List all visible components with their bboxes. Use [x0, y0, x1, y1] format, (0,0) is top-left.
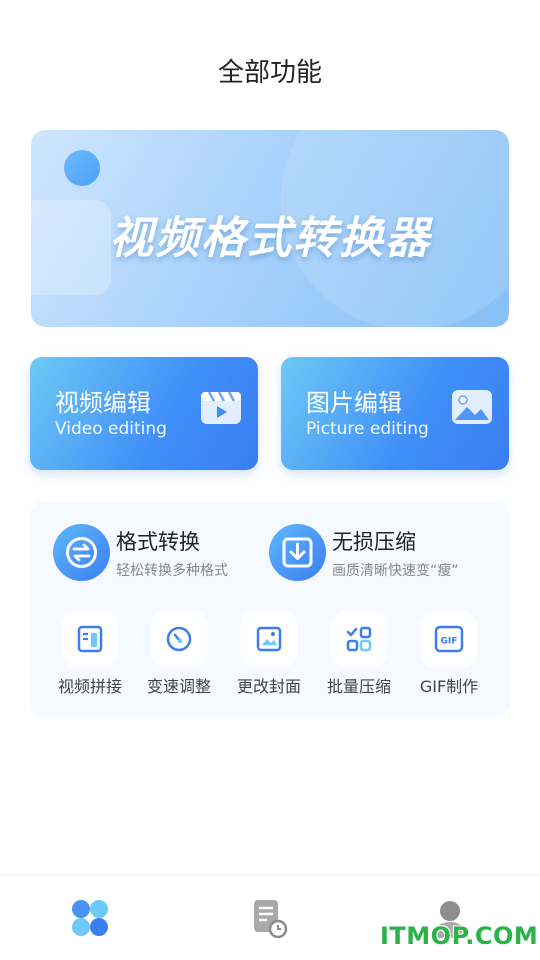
cover-image-icon	[256, 626, 282, 652]
tool-speed-adjust-label: 变速调整	[146, 677, 211, 696]
tool-video-splice[interactable]: 视频拼接	[45, 611, 135, 697]
format-convert-title: 格式转换	[116, 530, 200, 554]
video-editing-subtitle: Video editing	[55, 419, 167, 439]
video-editing-card[interactable]: 视频编辑 Video editing	[30, 357, 258, 470]
convert-icon	[53, 524, 110, 581]
tool-icon-box	[62, 611, 118, 667]
lossless-compress-title: 无损压缩	[332, 530, 416, 554]
tool-video-splice-label: 视频拼接	[57, 677, 122, 696]
tool-icon-box: GIF	[421, 611, 477, 667]
tool-batch-compress-label: 批量压缩	[326, 677, 391, 696]
tool-batch-compress[interactable]: 批量压缩	[314, 611, 404, 697]
video-editing-title: 视频编辑	[55, 389, 151, 417]
format-convert-subtitle: 轻松转换多种格式	[116, 563, 228, 579]
tool-speed-adjust[interactable]: 变速调整	[134, 611, 224, 697]
tool-gif-maker-label: GIF制作	[419, 677, 479, 696]
image-icon	[452, 390, 492, 424]
tool-gif-maker[interactable]: GIF GIF制作	[404, 611, 494, 697]
watermark-text: ITMOP.COM	[380, 922, 539, 950]
page-title: 全部功能	[217, 58, 322, 88]
compress-download-icon	[269, 524, 326, 581]
picture-editing-title: 图片编辑	[306, 389, 402, 417]
gif-icon-badge: GIF	[441, 637, 458, 647]
video-splice-icon	[77, 625, 103, 653]
document-history-icon	[254, 900, 288, 939]
tool-change-cover-label: 更改封面	[236, 677, 301, 696]
banner-decor-dot	[64, 150, 100, 186]
picture-editing-subtitle: Picture editing	[306, 419, 429, 439]
batch-grid-icon	[346, 626, 372, 652]
tool-icon-box	[331, 611, 387, 667]
tab-home[interactable]	[68, 896, 112, 940]
home-clover-icon	[72, 900, 108, 936]
tab-history[interactable]	[248, 896, 292, 940]
banner-title: 视频格式转换器	[109, 213, 431, 264]
banner-video-format-converter[interactable]: 视频格式转换器	[31, 130, 509, 327]
lossless-compress-subtitle: 画质清晰快速变“瘦”	[332, 563, 459, 579]
speed-gauge-icon	[166, 626, 192, 652]
video-clapper-icon	[201, 391, 241, 424]
picture-editing-card[interactable]: 图片编辑 Picture editing	[281, 357, 509, 470]
tool-change-cover[interactable]: 更改封面	[224, 611, 314, 697]
tool-icon-box	[151, 611, 207, 667]
gif-icon: GIF	[434, 625, 464, 653]
tool-icon-box	[241, 611, 297, 667]
